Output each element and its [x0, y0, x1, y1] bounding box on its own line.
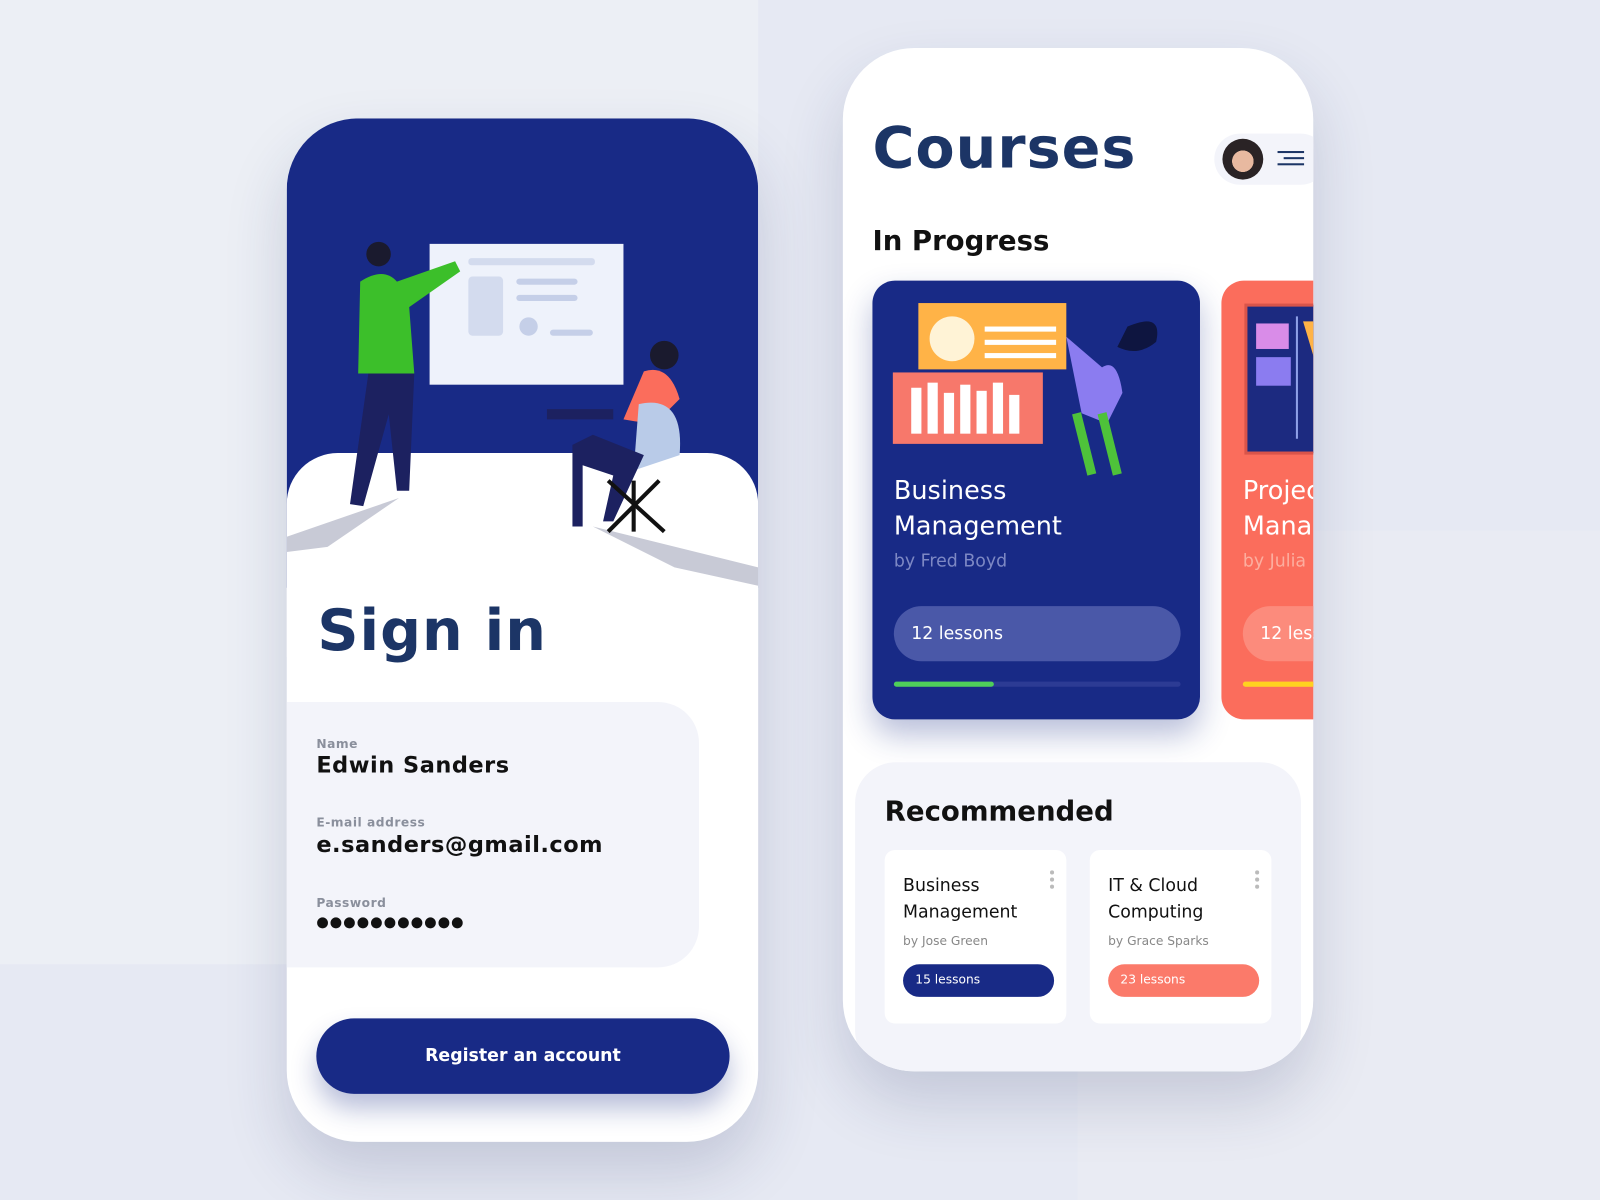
menu-icon[interactable] [1277, 151, 1305, 169]
signin-screen: Sign in Name Edwin Sanders E-mail addres… [286, 118, 759, 1142]
page-title: Courses [872, 115, 1137, 182]
lessons-pill[interactable]: 15 lessons [903, 964, 1055, 997]
password-label: Password [316, 895, 387, 911]
course-author: by Fred Boyd [893, 551, 1008, 572]
more-vertical-icon[interactable] [1255, 870, 1260, 891]
lessons-pill[interactable]: 23 lessons [1108, 964, 1260, 997]
lessons-pill[interactable]: 12 lessons [1242, 606, 1314, 662]
course-card[interactable]: Business Management by Fred Boyd 12 lesso… [872, 280, 1200, 720]
course-title: Business Management [893, 475, 1062, 541]
recommended-heading: Recommended [884, 795, 1114, 828]
course-author: by Julia [1242, 551, 1307, 572]
course-author: by Grace Sparks [1108, 933, 1209, 948]
name-label: Name [316, 736, 358, 752]
progress-bar [893, 681, 1181, 687]
courses-screen: Courses In Progress Business Management b… [842, 47, 1314, 1072]
page-title: Sign in [317, 597, 547, 665]
progress-fill [1242, 681, 1314, 687]
course-author: by Jose Green [903, 933, 988, 948]
avatar[interactable] [1222, 138, 1264, 180]
people-illustration [286, 241, 759, 586]
recommended-card[interactable]: IT & Cloud Computing by Grace Sparks 23 l… [1089, 849, 1272, 1024]
email-label: E-mail address [316, 815, 426, 830]
more-vertical-icon[interactable] [1049, 870, 1055, 891]
register-button[interactable]: Register an account [316, 1018, 730, 1094]
course-title: IT & Cloud Computing [1108, 875, 1204, 923]
course-illustration [892, 303, 1158, 476]
name-field[interactable]: Edwin Sanders [316, 753, 509, 779]
recommended-section: Recommended Business Management by Jose G… [855, 762, 1302, 1072]
profile-menu[interactable] [1214, 133, 1314, 185]
course-title: Business Management [903, 875, 1018, 923]
progress-bar [1242, 681, 1314, 687]
course-card[interactable]: ProjectManagement by Julia 12 lessons [1221, 280, 1314, 720]
password-field[interactable]: ●●●●●●●●●●● [316, 914, 464, 930]
lessons-pill[interactable]: 12 lessons [893, 606, 1181, 662]
email-field[interactable]: e.sanders@gmail.com [316, 833, 603, 859]
recommended-card[interactable]: Business Management by Jose Green 15 less… [884, 849, 1067, 1024]
signin-form: Name Edwin Sanders E-mail address e.sand… [286, 702, 699, 968]
course-title: ProjectManagement [1242, 475, 1313, 541]
course-illustration [1244, 303, 1314, 455]
progress-fill [893, 681, 995, 687]
in-progress-heading: In Progress [872, 225, 1050, 258]
